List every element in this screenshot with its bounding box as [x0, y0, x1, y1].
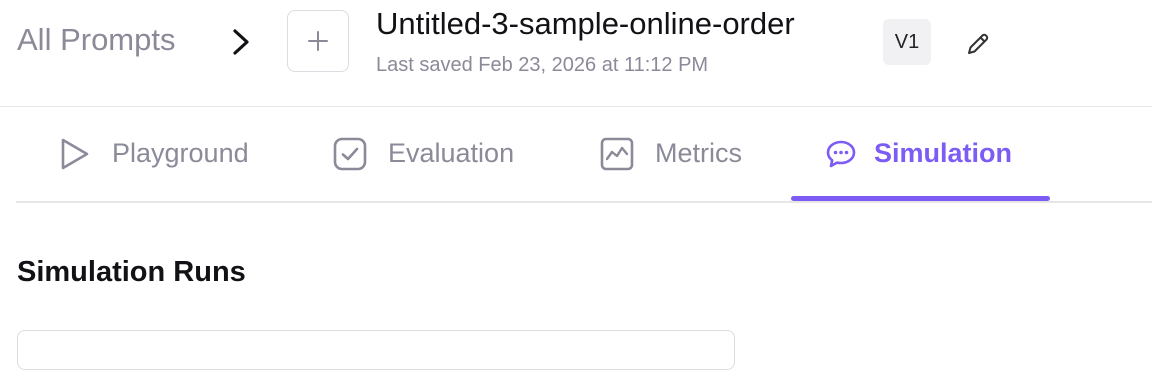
section-title: Simulation Runs: [17, 256, 246, 288]
active-tab-indicator: [791, 196, 1050, 201]
chart-icon: [599, 136, 635, 172]
tab-label: Evaluation: [388, 138, 515, 168]
prompt-title: Untitled-3-sample-online-order: [376, 6, 795, 41]
prompt-header: All Prompts Untitled-3-sample-online-ord…: [0, 0, 1152, 107]
simulation-runs-card: [17, 330, 735, 370]
version-badge[interactable]: V1: [883, 19, 931, 65]
tab-playground[interactable]: Playground: [56, 106, 249, 201]
tab-bar: Playground Evaluation Metrics Simulation: [16, 106, 1152, 203]
tab-label: Metrics: [655, 138, 742, 168]
pencil-icon[interactable]: [964, 30, 992, 58]
tab-simulation[interactable]: Simulation: [824, 106, 1012, 201]
breadcrumb-all-prompts[interactable]: All Prompts: [17, 22, 175, 58]
tab-label: Playground: [112, 138, 249, 168]
add-prompt-button[interactable]: [287, 10, 349, 72]
play-icon: [56, 136, 92, 172]
last-saved-status: Last saved Feb 23, 2026 at 11:12 PM: [376, 54, 709, 76]
check-square-icon: [332, 136, 368, 172]
plus-icon: [308, 31, 328, 51]
tab-evaluation[interactable]: Evaluation: [332, 106, 514, 201]
chevron-right-icon: [233, 29, 249, 55]
chat-bubble-icon: [824, 136, 858, 172]
tab-label: Simulation: [874, 138, 1013, 168]
tab-metrics[interactable]: Metrics: [599, 106, 742, 201]
